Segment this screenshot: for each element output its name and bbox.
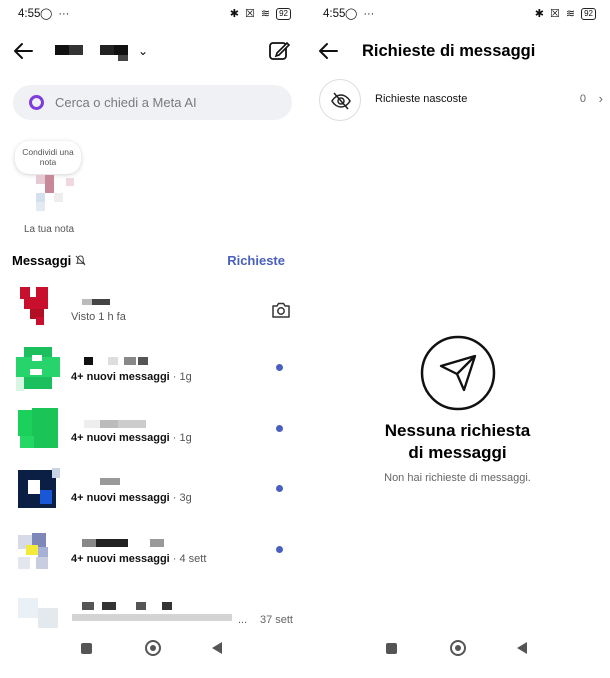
thread-row[interactable]: 4+ nuovi messaggi · 1g: [0, 347, 305, 407]
chevron-down-icon[interactable]: ⌄: [138, 44, 148, 58]
unread-dot: [276, 364, 283, 371]
back-arrow-icon[interactable]: [12, 40, 34, 62]
bluetooth-icon: ✱: [229, 8, 239, 20]
share-note-bubble[interactable]: Condividi una nota: [15, 141, 81, 174]
unread-dot: [276, 425, 283, 432]
thread-subtitle: Visto 1 h fa: [71, 311, 126, 323]
chevron-right-icon: ›: [598, 91, 603, 106]
wifi-icon: ≋: [260, 8, 271, 20]
meta-ai-icon: [29, 95, 44, 110]
system-icons: ✱ ☒ ≋ 92: [535, 8, 596, 20]
status-bar: 4:55 ◯ ··· ✱ ☒ ≋ 92: [305, 0, 610, 28]
more-icon: ···: [363, 8, 375, 20]
status-bar: 4:55 ◯ ··· ✱ ☒ ≋ 92: [0, 0, 305, 28]
thread-subtitle: 4+ nuovi messaggi · 3g: [71, 492, 192, 504]
avatar: [16, 529, 60, 573]
requests-link[interactable]: Richieste: [227, 253, 285, 268]
page-title: Richieste di messaggi: [362, 42, 536, 60]
unread-dot: [276, 485, 283, 492]
thread-row[interactable]: Visto 1 h fa: [0, 287, 305, 347]
more-icon: ···: [58, 8, 70, 20]
search-bar[interactable]: [13, 85, 292, 120]
thread-subtitle: 4+ nuovi messaggi · 1g: [71, 371, 192, 383]
status-icons: ◯ ···: [40, 8, 69, 20]
thread-time: · 1g: [169, 371, 192, 383]
eye-off-icon: [331, 92, 351, 110]
whatsapp-icon: ◯: [345, 8, 358, 20]
back-button[interactable]: [212, 642, 222, 654]
avatar: [16, 408, 60, 452]
hidden-requests-label: Richieste nascoste: [375, 93, 468, 105]
home-button[interactable]: [145, 640, 161, 656]
empty-state-subtitle: Non hai richieste di messaggi.: [384, 472, 531, 484]
thread-row[interactable]: 4+ nuovi messaggi · 3g: [0, 468, 305, 528]
camera-icon[interactable]: [271, 301, 291, 319]
thread-time: · 3g: [169, 492, 192, 504]
back-button[interactable]: [517, 642, 527, 654]
thread-subtitle: 4+ nuovi messaggi · 4 sett: [71, 553, 206, 565]
empty-state-title: Nessuna richiesta di messaggi: [384, 421, 531, 462]
status-time: 4:55: [323, 8, 346, 20]
message-requests-screen: 4:55 ◯ ··· ✱ ☒ ≋ 92 Richieste di messagg…: [305, 0, 610, 678]
recents-button[interactable]: [386, 643, 397, 654]
system-icons: ✱ ☒ ≋ 92: [230, 8, 291, 20]
bluetooth-icon: ✱: [534, 8, 544, 20]
messages-title-text: Messaggi: [12, 253, 72, 268]
unread-count: 4+ nuovi messaggi: [71, 371, 170, 383]
avatar: [16, 287, 60, 331]
battery-icon: 92: [276, 8, 291, 20]
thread-subtitle: 4+ nuovi messaggi · 1g: [71, 432, 192, 444]
wifi-icon: ≋: [565, 8, 576, 20]
avatar: [16, 468, 60, 512]
status-time: 4:55: [18, 8, 41, 20]
thread-subtitle: ...: [238, 614, 248, 626]
bell-off-icon: [75, 255, 86, 266]
hidden-requests-count: 0: [579, 93, 586, 105]
system-nav-bar: [305, 630, 610, 678]
compose-icon[interactable]: [268, 40, 290, 62]
thread-row[interactable]: 4+ nuovi messaggi · 4 sett: [0, 529, 305, 589]
unread-count: 4+ nuovi messaggi: [71, 553, 170, 565]
thread-row[interactable]: 4+ nuovi messaggi · 1g: [0, 408, 305, 468]
system-nav-bar: [0, 630, 305, 678]
unread-count: 4+ nuovi messaggi: [71, 432, 170, 444]
thread-time: · 1g: [169, 432, 192, 444]
whatsapp-icon: ◯: [40, 8, 53, 20]
no-sim-icon: ☒: [550, 8, 560, 20]
status-icons: ◯ ···: [345, 8, 374, 20]
messages-section-title: Messaggi: [12, 253, 86, 268]
back-arrow-icon[interactable]: [317, 40, 339, 62]
home-button[interactable]: [450, 640, 466, 656]
avatar: [16, 347, 60, 391]
no-sim-icon: ☒: [245, 8, 255, 20]
search-input[interactable]: [55, 85, 275, 120]
your-note-label: La tua nota: [24, 224, 75, 235]
thread-time: · 4 sett: [169, 553, 207, 565]
thread-time: 37 sett: [259, 614, 293, 626]
recents-button[interactable]: [81, 643, 92, 654]
paper-plane-icon: [420, 335, 496, 411]
inbox-screen: 4:55 ◯ ··· ✱ ☒ ≋ 92 ⌄ Condividi una nota: [0, 0, 305, 678]
battery-icon: 92: [581, 8, 596, 20]
avatar: [16, 590, 60, 634]
hidden-requests-icon-wrap: [319, 79, 361, 121]
unread-count: 4+ nuovi messaggi: [71, 492, 170, 504]
unread-dot: [276, 546, 283, 553]
hidden-requests-row[interactable]: Richieste nascoste 0 ›: [305, 79, 610, 121]
